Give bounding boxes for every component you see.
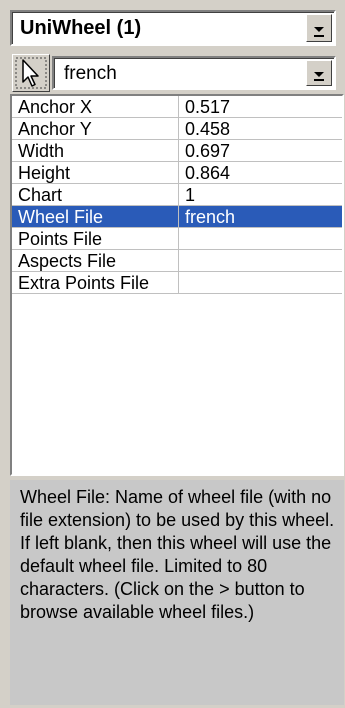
- property-description: Wheel File: Name of wheel file (with no …: [10, 480, 344, 705]
- property-name: Anchor X: [12, 96, 179, 118]
- dropdown-underline-icon: [314, 35, 324, 37]
- property-row-width[interactable]: Width 0.697: [12, 140, 342, 162]
- property-name: Wheel File: [12, 206, 179, 228]
- chevron-down-icon: [314, 72, 324, 77]
- pointer-button[interactable]: [12, 54, 50, 92]
- property-value[interactable]: 0.864: [179, 162, 342, 184]
- property-name: Anchor Y: [12, 118, 179, 140]
- property-value[interactable]: [179, 250, 342, 272]
- properties-panel: UniWheel (1) french Anchor X 0.517 Ancho…: [0, 0, 345, 708]
- object-selector-dropdown-button[interactable]: [306, 14, 332, 42]
- property-row-points-file[interactable]: Points File: [12, 228, 342, 250]
- chevron-down-icon: [314, 27, 324, 32]
- wheel-selector-dropdown-button[interactable]: [306, 60, 332, 86]
- wheel-selector[interactable]: french: [52, 56, 336, 90]
- property-value[interactable]: 0.517: [179, 96, 342, 118]
- property-name: Width: [12, 140, 179, 162]
- property-name: Chart: [12, 184, 179, 206]
- property-row-anchor-x[interactable]: Anchor X 0.517: [12, 96, 342, 118]
- property-row-wheel-file[interactable]: Wheel File french: [12, 206, 342, 228]
- property-name: Aspects File: [12, 250, 179, 272]
- property-value[interactable]: french: [179, 206, 342, 228]
- property-grid[interactable]: Anchor X 0.517 Anchor Y 0.458 Width 0.69…: [10, 94, 344, 476]
- wheel-selector-value: french: [64, 63, 117, 84]
- object-selector-value: UniWheel (1): [20, 17, 142, 39]
- property-name: Points File: [12, 228, 179, 250]
- property-value[interactable]: [179, 228, 342, 250]
- property-value[interactable]: 1: [179, 184, 342, 206]
- property-value[interactable]: 0.697: [179, 140, 342, 162]
- property-row-anchor-y[interactable]: Anchor Y 0.458: [12, 118, 342, 140]
- property-value[interactable]: [179, 272, 342, 294]
- dropdown-underline-icon: [314, 79, 324, 81]
- property-name: Extra Points File: [12, 272, 179, 294]
- property-name: Height: [12, 162, 179, 184]
- property-row-aspects-file[interactable]: Aspects File: [12, 250, 342, 272]
- cursor-arrow-icon: [15, 57, 47, 89]
- property-row-chart[interactable]: Chart 1: [12, 184, 342, 206]
- property-row-extra-points-file[interactable]: Extra Points File: [12, 272, 342, 294]
- property-value[interactable]: 0.458: [179, 118, 342, 140]
- object-selector[interactable]: UniWheel (1): [10, 10, 336, 46]
- property-row-height[interactable]: Height 0.864: [12, 162, 342, 184]
